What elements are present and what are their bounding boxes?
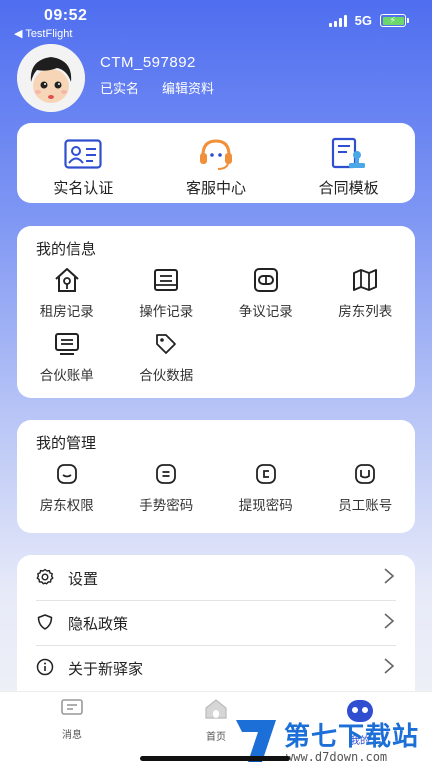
grid-item-label: 员工账号 bbox=[338, 498, 393, 513]
grid-item-label: 手势密码 bbox=[139, 498, 194, 513]
signal-icon bbox=[328, 14, 347, 27]
dispute-records-button[interactable]: 争议记录 bbox=[216, 266, 316, 320]
quick-action-label: 实名认证 bbox=[53, 180, 114, 197]
status-bar: 09:52 ◀ TestFlight 5G ⚡ bbox=[0, 0, 432, 44]
network-type: 5G bbox=[354, 13, 372, 28]
landlord-list-button[interactable]: 房东列表 bbox=[316, 266, 416, 320]
customer-service-button[interactable]: 客服中心 bbox=[150, 123, 283, 203]
grid-item-label: 房东列表 bbox=[338, 304, 393, 319]
shield-icon bbox=[36, 613, 54, 631]
watermark-url: www.d7down.com bbox=[286, 750, 388, 764]
battery-icon: ⚡ bbox=[380, 14, 409, 27]
section-title: 我的管理 bbox=[36, 435, 97, 452]
status-indicators: 5G ⚡ bbox=[328, 13, 409, 28]
chevron-right-icon bbox=[383, 612, 395, 635]
quick-actions-card: 实名认证 客服中心 合同模板 bbox=[17, 123, 415, 203]
notebook-icon bbox=[152, 266, 180, 294]
headset-icon bbox=[196, 136, 236, 172]
settings-label: 设置 bbox=[68, 571, 99, 588]
dispute-icon bbox=[252, 266, 280, 294]
grid-item-label: 租房记录 bbox=[39, 304, 94, 319]
gesture-password-button[interactable]: 手势密码 bbox=[117, 460, 217, 514]
contract-stamp-icon bbox=[329, 136, 369, 172]
about-row[interactable]: 关于新驿家 bbox=[17, 645, 415, 690]
avatar[interactable] bbox=[17, 44, 85, 112]
edit-profile-link[interactable]: 编辑资料 bbox=[162, 78, 214, 97]
quick-action-label: 合同模板 bbox=[318, 180, 379, 197]
partner-bill-button[interactable]: 合伙账单 bbox=[17, 330, 117, 384]
map-icon bbox=[351, 266, 379, 294]
grid-item-label: 提现密码 bbox=[238, 498, 293, 513]
operation-records-button[interactable]: 操作记录 bbox=[117, 266, 217, 320]
verified-status: 已实名 bbox=[100, 81, 140, 96]
staff-account-icon bbox=[351, 460, 379, 488]
partner-data-button[interactable]: 合伙数据 bbox=[117, 330, 217, 384]
settings-row[interactable]: 设置 bbox=[17, 555, 415, 600]
gesture-password-icon bbox=[152, 460, 180, 488]
tab-messages[interactable]: 消息 bbox=[42, 698, 102, 741]
message-icon bbox=[60, 698, 84, 723]
home-indicator bbox=[140, 756, 290, 761]
about-label: 关于新驿家 bbox=[68, 661, 144, 678]
my-info-card: 我的信息 租房记录 操作记录 争议记录 房东列表 合伙账单 合伙数据 bbox=[17, 226, 415, 398]
quick-action-label: 客服中心 bbox=[186, 180, 247, 197]
info-icon bbox=[36, 658, 54, 676]
staff-account-button[interactable]: 员工账号 bbox=[316, 460, 416, 514]
id-card-icon bbox=[63, 136, 103, 172]
username: CTM_597892 bbox=[100, 54, 196, 71]
gear-icon bbox=[36, 568, 54, 586]
home-icon bbox=[203, 698, 229, 725]
my-management-card: 我的管理 房东权限 手势密码 提现密码 员工账号 bbox=[17, 420, 415, 533]
watermark-title: 第七下载站 bbox=[284, 721, 420, 751]
tab-label: 首页 bbox=[206, 732, 226, 743]
rental-records-button[interactable]: 租房记录 bbox=[17, 266, 117, 320]
withdraw-password-button[interactable]: 提现密码 bbox=[216, 460, 316, 514]
tab-label: 消息 bbox=[62, 730, 82, 741]
section-title: 我的信息 bbox=[36, 241, 97, 258]
house-key-icon bbox=[53, 266, 81, 294]
landlord-permission-button[interactable]: 房东权限 bbox=[17, 460, 117, 514]
grid-item-label: 操作记录 bbox=[139, 304, 194, 319]
grid-item-label: 合伙账单 bbox=[39, 368, 94, 383]
grid-item-label: 争议记录 bbox=[238, 304, 293, 319]
real-name-auth-button[interactable]: 实名认证 bbox=[17, 123, 150, 203]
withdraw-password-icon bbox=[252, 460, 280, 488]
contract-template-button[interactable]: 合同模板 bbox=[282, 123, 415, 203]
grid-item-label: 合伙数据 bbox=[139, 368, 194, 383]
chevron-right-icon bbox=[383, 567, 395, 590]
tag-icon bbox=[152, 330, 180, 358]
privacy-policy-label: 隐私政策 bbox=[68, 616, 129, 633]
privacy-policy-row[interactable]: 隐私政策 bbox=[17, 600, 415, 645]
grid-item-label: 房东权限 bbox=[39, 498, 94, 513]
chevron-right-icon bbox=[383, 657, 395, 680]
back-to-testflight[interactable]: ◀ TestFlight bbox=[14, 27, 72, 40]
bill-icon bbox=[53, 330, 81, 358]
status-time: 09:52 bbox=[44, 7, 88, 24]
permission-icon bbox=[53, 460, 81, 488]
